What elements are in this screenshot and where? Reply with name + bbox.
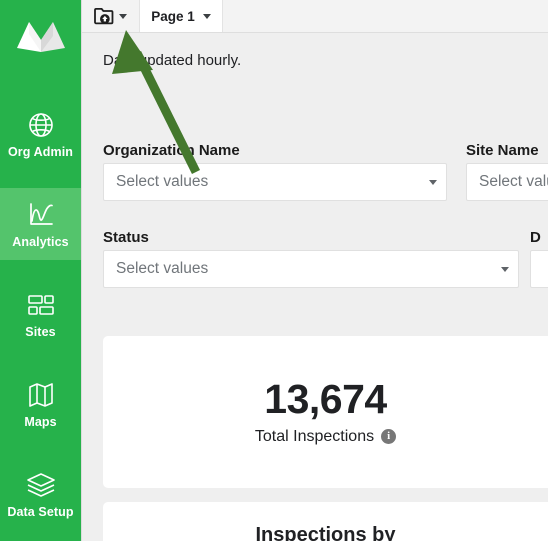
line-chart-icon bbox=[24, 199, 58, 231]
kpi-card-body: 13,674 Total Inspections i bbox=[103, 336, 548, 488]
filter-select-organization-name[interactable]: Select values bbox=[103, 163, 447, 201]
sidebar-item-label: Maps bbox=[24, 415, 57, 430]
file-menu-button[interactable] bbox=[82, 0, 139, 32]
sidebar-item-analytics[interactable]: Analytics bbox=[0, 188, 81, 260]
mountain-m-logo-icon bbox=[15, 14, 67, 59]
filter-label-status: Status bbox=[103, 229, 149, 246]
kpi-caption-row: Total Inspections i bbox=[254, 427, 397, 446]
select-placeholder: Select values bbox=[116, 173, 209, 190]
chart-card-inspections-by: Inspections by bbox=[103, 502, 548, 541]
sidebar-item-label: Org Admin bbox=[7, 145, 74, 160]
grid-blocks-icon bbox=[24, 289, 58, 321]
toolbar-empty-space bbox=[223, 0, 548, 32]
sidebar-item-label: Sites bbox=[25, 325, 56, 340]
sidebar-item-label: Analytics bbox=[12, 235, 69, 250]
globe-icon bbox=[24, 109, 58, 141]
chevron-down-icon bbox=[119, 13, 127, 19]
sidebar-item-label: Data Setup bbox=[7, 505, 74, 520]
kpi-caption: Total Inspections bbox=[254, 427, 375, 445]
tab-label: Page 1 bbox=[151, 8, 195, 24]
filter-label-organization-name: Organization Name bbox=[103, 142, 240, 159]
filter-select-site-name[interactable]: Select values bbox=[466, 163, 548, 201]
chart-card-title: Inspections by bbox=[255, 524, 396, 541]
info-icon[interactable]: i bbox=[381, 429, 397, 445]
sidebar: Org Admin Analytics Sites Maps Data Setu… bbox=[0, 0, 82, 541]
filter-label-partial: D bbox=[530, 229, 541, 246]
chevron-down-icon[interactable] bbox=[420, 179, 446, 185]
brand-logo[interactable] bbox=[0, 0, 81, 72]
sidebar-item-maps[interactable]: Maps bbox=[0, 368, 81, 440]
sidebar-item-sites[interactable]: Sites bbox=[0, 278, 81, 350]
toolbar: Page 1 bbox=[82, 0, 548, 33]
select-placeholder: Select values bbox=[479, 173, 548, 190]
data-refresh-notice: Data updated hourly. bbox=[103, 52, 242, 69]
tab-page-1[interactable]: Page 1 bbox=[139, 0, 223, 32]
folded-map-icon bbox=[24, 379, 58, 411]
filter-select-partial[interactable] bbox=[530, 250, 548, 288]
app-root: Org Admin Analytics Sites Maps Data Setu… bbox=[0, 0, 548, 541]
filter-select-status[interactable]: Select values bbox=[103, 250, 519, 288]
kpi-card-total-inspections: 13,674 Total Inspections i bbox=[103, 336, 548, 488]
layers-icon bbox=[24, 469, 58, 501]
sidebar-item-data-setup[interactable]: Data Setup bbox=[0, 458, 81, 530]
dashboard-content: Data updated hourly. Organization Name S… bbox=[82, 34, 548, 541]
folder-upload-icon bbox=[94, 7, 115, 26]
filter-label-site-name: Site Name bbox=[466, 142, 539, 159]
sidebar-item-org-admin[interactable]: Org Admin bbox=[0, 98, 81, 170]
chevron-down-icon[interactable] bbox=[492, 266, 518, 272]
select-placeholder: Select values bbox=[116, 260, 209, 277]
kpi-value: 13,674 bbox=[264, 376, 387, 423]
chevron-down-icon bbox=[202, 13, 211, 19]
